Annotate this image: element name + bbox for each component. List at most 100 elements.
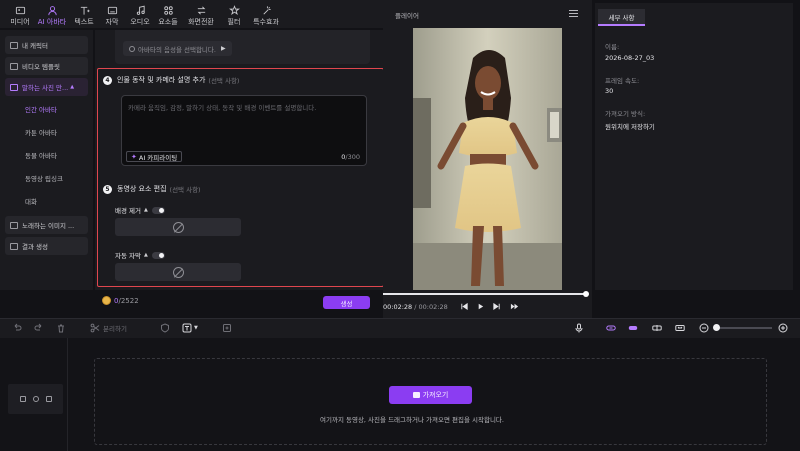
- tab-details[interactable]: 세부 사항: [598, 9, 645, 26]
- character-icon: [10, 41, 18, 49]
- details-panel: 세부 사항 이름: 2026-08-27_03 프레임 속도: 30 가져오기 …: [595, 3, 793, 290]
- optional-tag: (선택 사항): [169, 186, 201, 194]
- video-preview[interactable]: [413, 28, 562, 290]
- eye-icon[interactable]: [32, 396, 39, 402]
- sidebar-subitem-video-lipsync[interactable]: 동영상 립싱크: [0, 168, 93, 191]
- toolbar-label: 오디오: [130, 18, 150, 26]
- motion-prompt-input[interactable]: 카메라 움직임, 감정, 말하기 상태, 동작 및 배경 이벤트를 설명합니다.…: [121, 95, 367, 166]
- sidebar-item-my-character[interactable]: 내 캐릭터: [5, 36, 88, 54]
- track-divider: [67, 338, 68, 451]
- chevron-up-icon[interactable]: ▲: [144, 252, 148, 258]
- text-tool-dropdown[interactable]: ▼: [182, 322, 198, 333]
- sidebar-item-results[interactable]: 결과 생성: [5, 237, 88, 255]
- auto-caption-none-option[interactable]: [115, 263, 241, 281]
- prompt-placeholder: 카메라 움직임, 감정, 말하기 상태, 동작 및 배경 이벤트를 설명합니다.: [128, 104, 317, 112]
- media-icon: [15, 6, 25, 15]
- time-total: 00:02:28: [418, 303, 448, 311]
- fast-forward-icon[interactable]: [510, 302, 519, 311]
- effects-icon: [262, 6, 271, 15]
- toolbar-subtitle[interactable]: 자막: [98, 2, 126, 28]
- ai-copywriting-button[interactable]: ✦ AI 카피라이팅: [126, 151, 183, 162]
- undo-icon[interactable]: [12, 322, 22, 333]
- video-frame-image: [413, 28, 562, 290]
- timecode: 00:02:28 / 00:02:28: [383, 303, 448, 311]
- split-audio-icon[interactable]: [652, 322, 662, 333]
- magnet-icon[interactable]: [628, 322, 638, 333]
- step-back-icon[interactable]: [460, 302, 469, 311]
- shield-icon[interactable]: [160, 322, 170, 333]
- sidebar-subitem-human-avatar[interactable]: 인간 아바타: [0, 99, 93, 122]
- link-icon[interactable]: [606, 322, 616, 333]
- template-icon: [10, 62, 18, 70]
- drop-hint-text: 여기까지 동영상, 사진을 드래그하거나 가져오면 편집을 시작합니다.: [320, 416, 504, 424]
- step5-title: 5 동영상 요소 편집 (선택 사항): [103, 184, 201, 194]
- zoom-in-icon[interactable]: [778, 322, 788, 333]
- person-icon: [129, 45, 135, 52]
- toolbar-elements[interactable]: 요소들: [154, 2, 182, 28]
- ai-copywriting-label: AI 카피라이팅: [138, 153, 178, 162]
- toolbar-label: 요소들: [158, 18, 178, 26]
- sidebar-item-label: 노래하는 이미지 ...: [22, 222, 75, 230]
- toolbar-ai-avatar[interactable]: AI 아바타: [34, 2, 70, 28]
- track-type-icon[interactable]: [19, 396, 26, 402]
- filter-icon: [228, 5, 240, 16]
- sidebar-item-label: 비디오 템플릿: [22, 63, 60, 71]
- zoom-out-icon[interactable]: [699, 322, 709, 333]
- scissors-icon: [90, 323, 100, 332]
- bg-remove-none-option[interactable]: [115, 218, 241, 236]
- toolbar-effects[interactable]: 특수효과: [248, 2, 284, 28]
- chevron-right-icon: ▶: [220, 45, 226, 52]
- audio-icon: [136, 5, 145, 15]
- auto-caption-toggle[interactable]: [151, 251, 165, 259]
- zoom-slider-handle[interactable]: [713, 324, 720, 331]
- microphone-icon[interactable]: [574, 322, 584, 333]
- fit-timeline-icon[interactable]: [675, 322, 685, 333]
- top-toolbar: 미디어 AI 아바타 텍스트 자막 오디오 요소들 화면전환 필터 특수효과: [0, 0, 383, 28]
- toolbar-audio[interactable]: 오디오: [126, 2, 154, 28]
- step-forward-icon[interactable]: [492, 302, 501, 311]
- toolbar-filter[interactable]: 필터: [220, 2, 248, 28]
- sidebar-item-talking-photo[interactable]: 말하는 사진 만... ▲: [5, 78, 88, 96]
- menu-icon[interactable]: [569, 10, 578, 17]
- toolbar-text[interactable]: 텍스트: [70, 2, 98, 28]
- import-label: 가져오기: [422, 391, 449, 399]
- redo-icon[interactable]: [34, 322, 44, 333]
- speaker-icon[interactable]: [45, 396, 52, 402]
- bg-remove-toggle[interactable]: [151, 206, 165, 214]
- track-header: [8, 384, 63, 414]
- import-button[interactable]: 가져오기: [389, 386, 472, 404]
- zoom-slider[interactable]: [713, 324, 772, 331]
- toolbar-media[interactable]: 미디어: [6, 2, 34, 28]
- toolbar-transition[interactable]: 화면전환: [182, 2, 220, 28]
- sidebar-subitem-cartoon-avatar[interactable]: 카툰 아바타: [0, 122, 93, 145]
- step-number: 5: [103, 184, 112, 194]
- playback-scrubber[interactable]: [383, 291, 589, 297]
- text-box-icon: [182, 323, 192, 332]
- crop-icon[interactable]: [222, 322, 232, 333]
- music-image-icon: [10, 221, 18, 229]
- chevron-up-icon[interactable]: ▲: [144, 207, 148, 213]
- name-value: 2026-08-27_03: [605, 54, 655, 62]
- sidebar-subitem-conversation[interactable]: 대화: [0, 191, 93, 214]
- player-panel: 플레이어 00:02:28 / 00:02:28: [383, 0, 592, 318]
- scrubber-handle[interactable]: [583, 291, 589, 297]
- sidebar-item-singing-image[interactable]: 노래하는 이미지 ...: [5, 216, 88, 234]
- play-icon[interactable]: [476, 302, 485, 311]
- name-label: 이름:: [605, 43, 620, 51]
- avatar-sidebar: 내 캐릭터 비디오 템플릿 말하는 사진 만... ▲ 인간 아바타 카툰 아바…: [0, 30, 93, 290]
- time-current: 00:02:28: [383, 303, 413, 311]
- play-folder-icon: [10, 242, 18, 250]
- sidebar-subitem-animal-avatar[interactable]: 동물 아바타: [0, 145, 93, 168]
- bg-remove-row: 배경 제거 ▲: [115, 205, 165, 215]
- char-max: /300: [345, 153, 360, 161]
- sidebar-item-video-template[interactable]: 비디오 템플릿: [5, 57, 88, 75]
- player-title: 플레이어: [395, 12, 419, 20]
- sparkle-icon: ✦: [131, 152, 137, 161]
- avatar-icon: [47, 6, 57, 16]
- transition-icon: [197, 6, 205, 15]
- generate-button[interactable]: 생성: [323, 296, 370, 309]
- char-counter: 0/300: [341, 153, 360, 161]
- trash-icon[interactable]: [56, 322, 66, 333]
- voice-select-button[interactable]: 아바타의 음성을 선택합니다. ▶: [123, 41, 232, 56]
- split-button[interactable]: 분리하기: [90, 322, 127, 333]
